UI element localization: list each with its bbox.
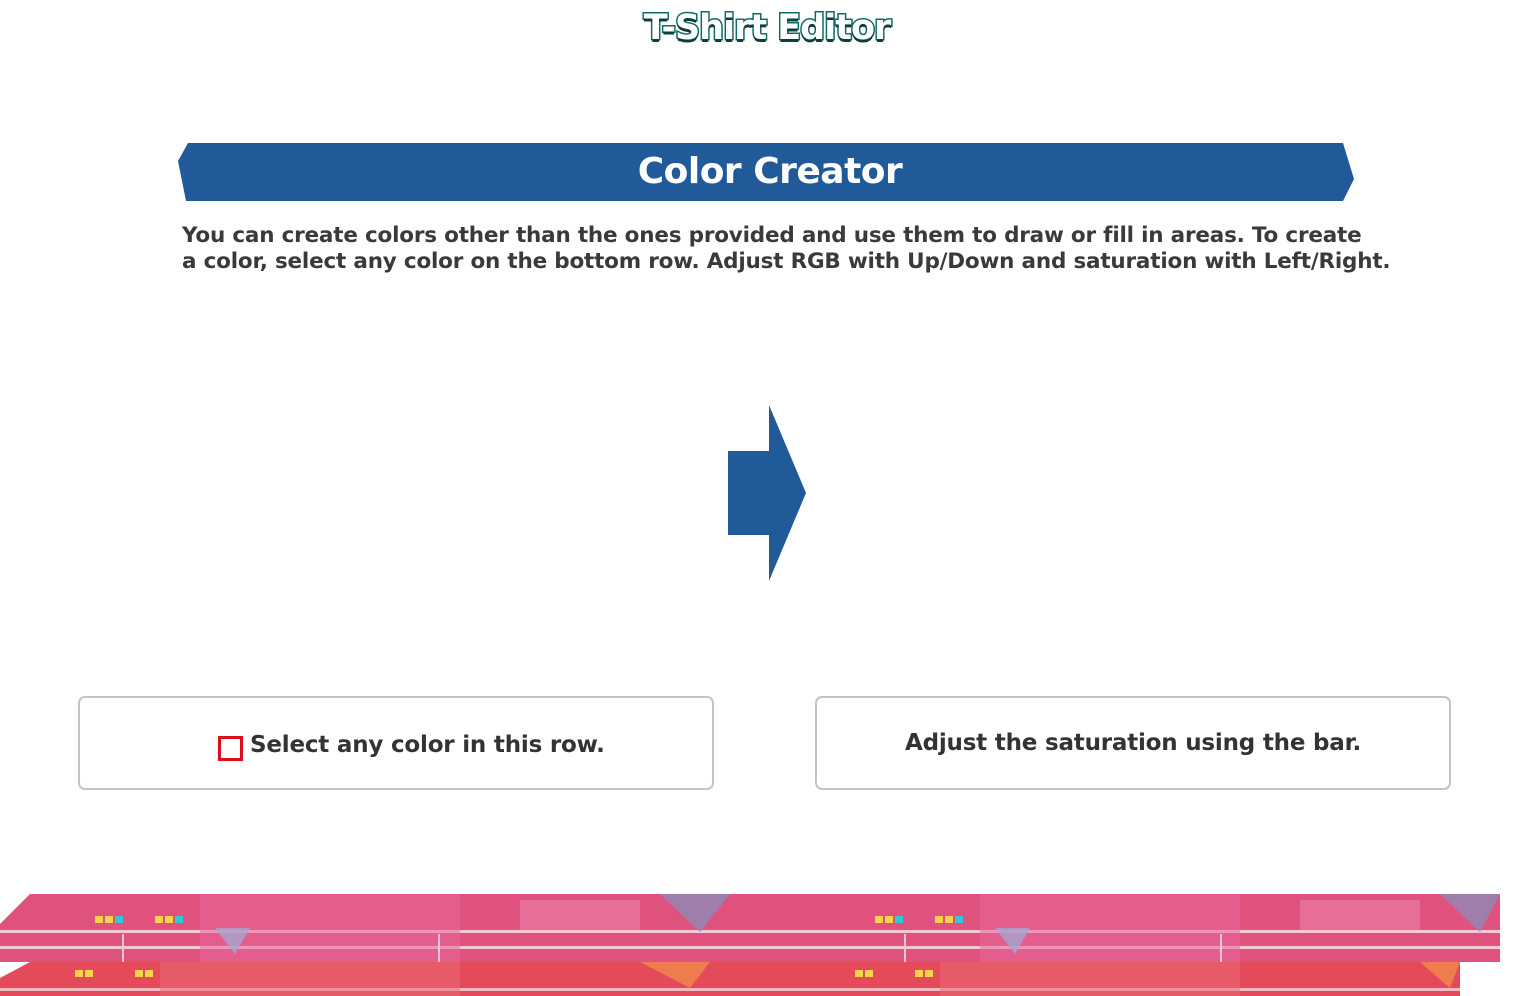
app-title: T-Shirt Editor: [642, 7, 893, 50]
section-title: Color Creator: [637, 151, 903, 192]
description-line-1: You can create colors other than the one…: [182, 223, 1362, 248]
hint-saturation-text: Adjust the saturation using the bar.: [904, 730, 1362, 756]
right-arrow-icon: [728, 405, 806, 581]
palette-strip-bottom-graphic: [0, 962, 1460, 996]
hint-box-saturation: Adjust the saturation using the bar.: [815, 696, 1451, 790]
palette-strip-top: [0, 894, 1500, 962]
section-description: You can create colors other than the one…: [182, 223, 1391, 275]
tutorial-screen: T-Shirt Editor Color Creator You can cre…: [0, 0, 1534, 996]
palette-strip-bottom: [0, 962, 1460, 996]
red-outline-square-icon: [218, 736, 243, 761]
hint-box-select-color: Select any color in this row.: [78, 696, 714, 790]
section-banner: Color Creator: [178, 143, 1354, 201]
hint-select-color-text: Select any color in this row.: [250, 732, 605, 758]
palette-strip-top-graphic: [0, 894, 1500, 962]
description-line-2: a color, select any color on the bottom …: [182, 249, 1391, 274]
